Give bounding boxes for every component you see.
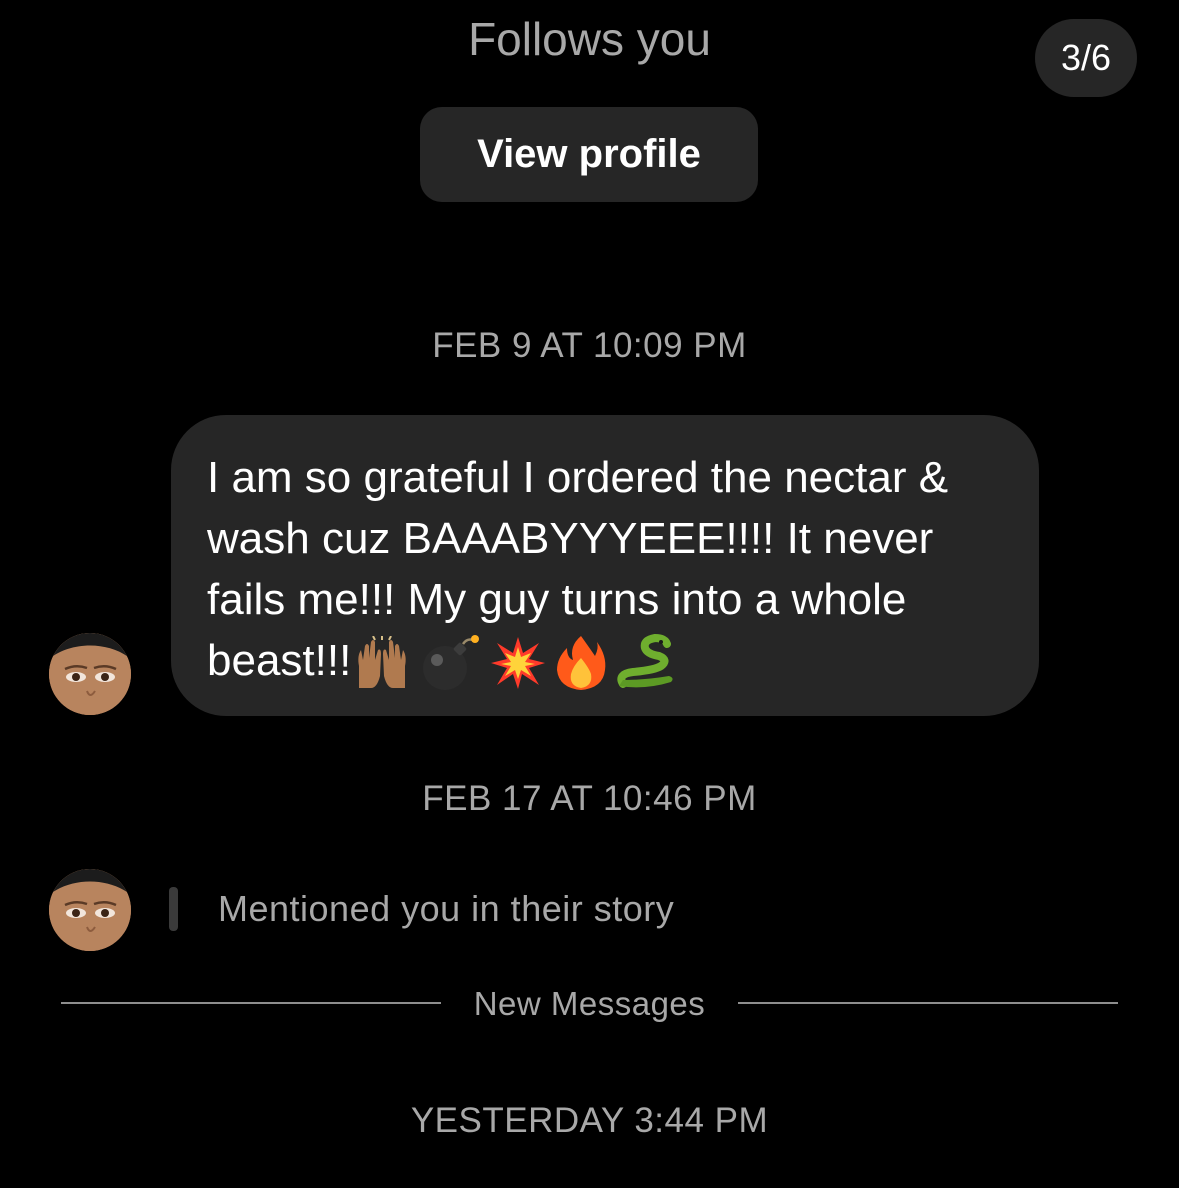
new-messages-label: New Messages [473, 985, 706, 1022]
fire-icon [557, 636, 606, 691]
raising-hands-icon [358, 636, 406, 689]
timestamp-feb-9: FEB 9 AT 10:09 PM [432, 326, 747, 365]
snake-icon [617, 634, 673, 689]
timestamp-yesterday: YESTERDAY 3:44 PM [410, 1101, 769, 1140]
story-reply-bar [169, 887, 178, 931]
message-bubble[interactable]: I am so grateful I ordered the nectar & … [171, 415, 1039, 716]
view-profile-button[interactable]: View profile [420, 107, 758, 202]
sender-avatar[interactable] [49, 869, 131, 951]
avatar-photo [49, 633, 131, 715]
page-counter-badge: 3/6 [1035, 19, 1137, 97]
story-mention-text: Mentioned you in their story [218, 888, 675, 929]
story-mention-row[interactable]: Mentioned you in their story [169, 886, 674, 932]
new-messages-divider-right [738, 1002, 1118, 1004]
sender-avatar[interactable] [49, 633, 131, 715]
new-messages-divider-left [61, 1002, 441, 1004]
bomb-icon [423, 635, 480, 691]
collision-icon [491, 637, 546, 690]
follows-you-label: Follows you [468, 13, 711, 65]
emoji-group [353, 634, 685, 692]
avatar-photo [49, 869, 131, 951]
timestamp-feb-17: FEB 17 AT 10:46 PM [422, 779, 757, 818]
